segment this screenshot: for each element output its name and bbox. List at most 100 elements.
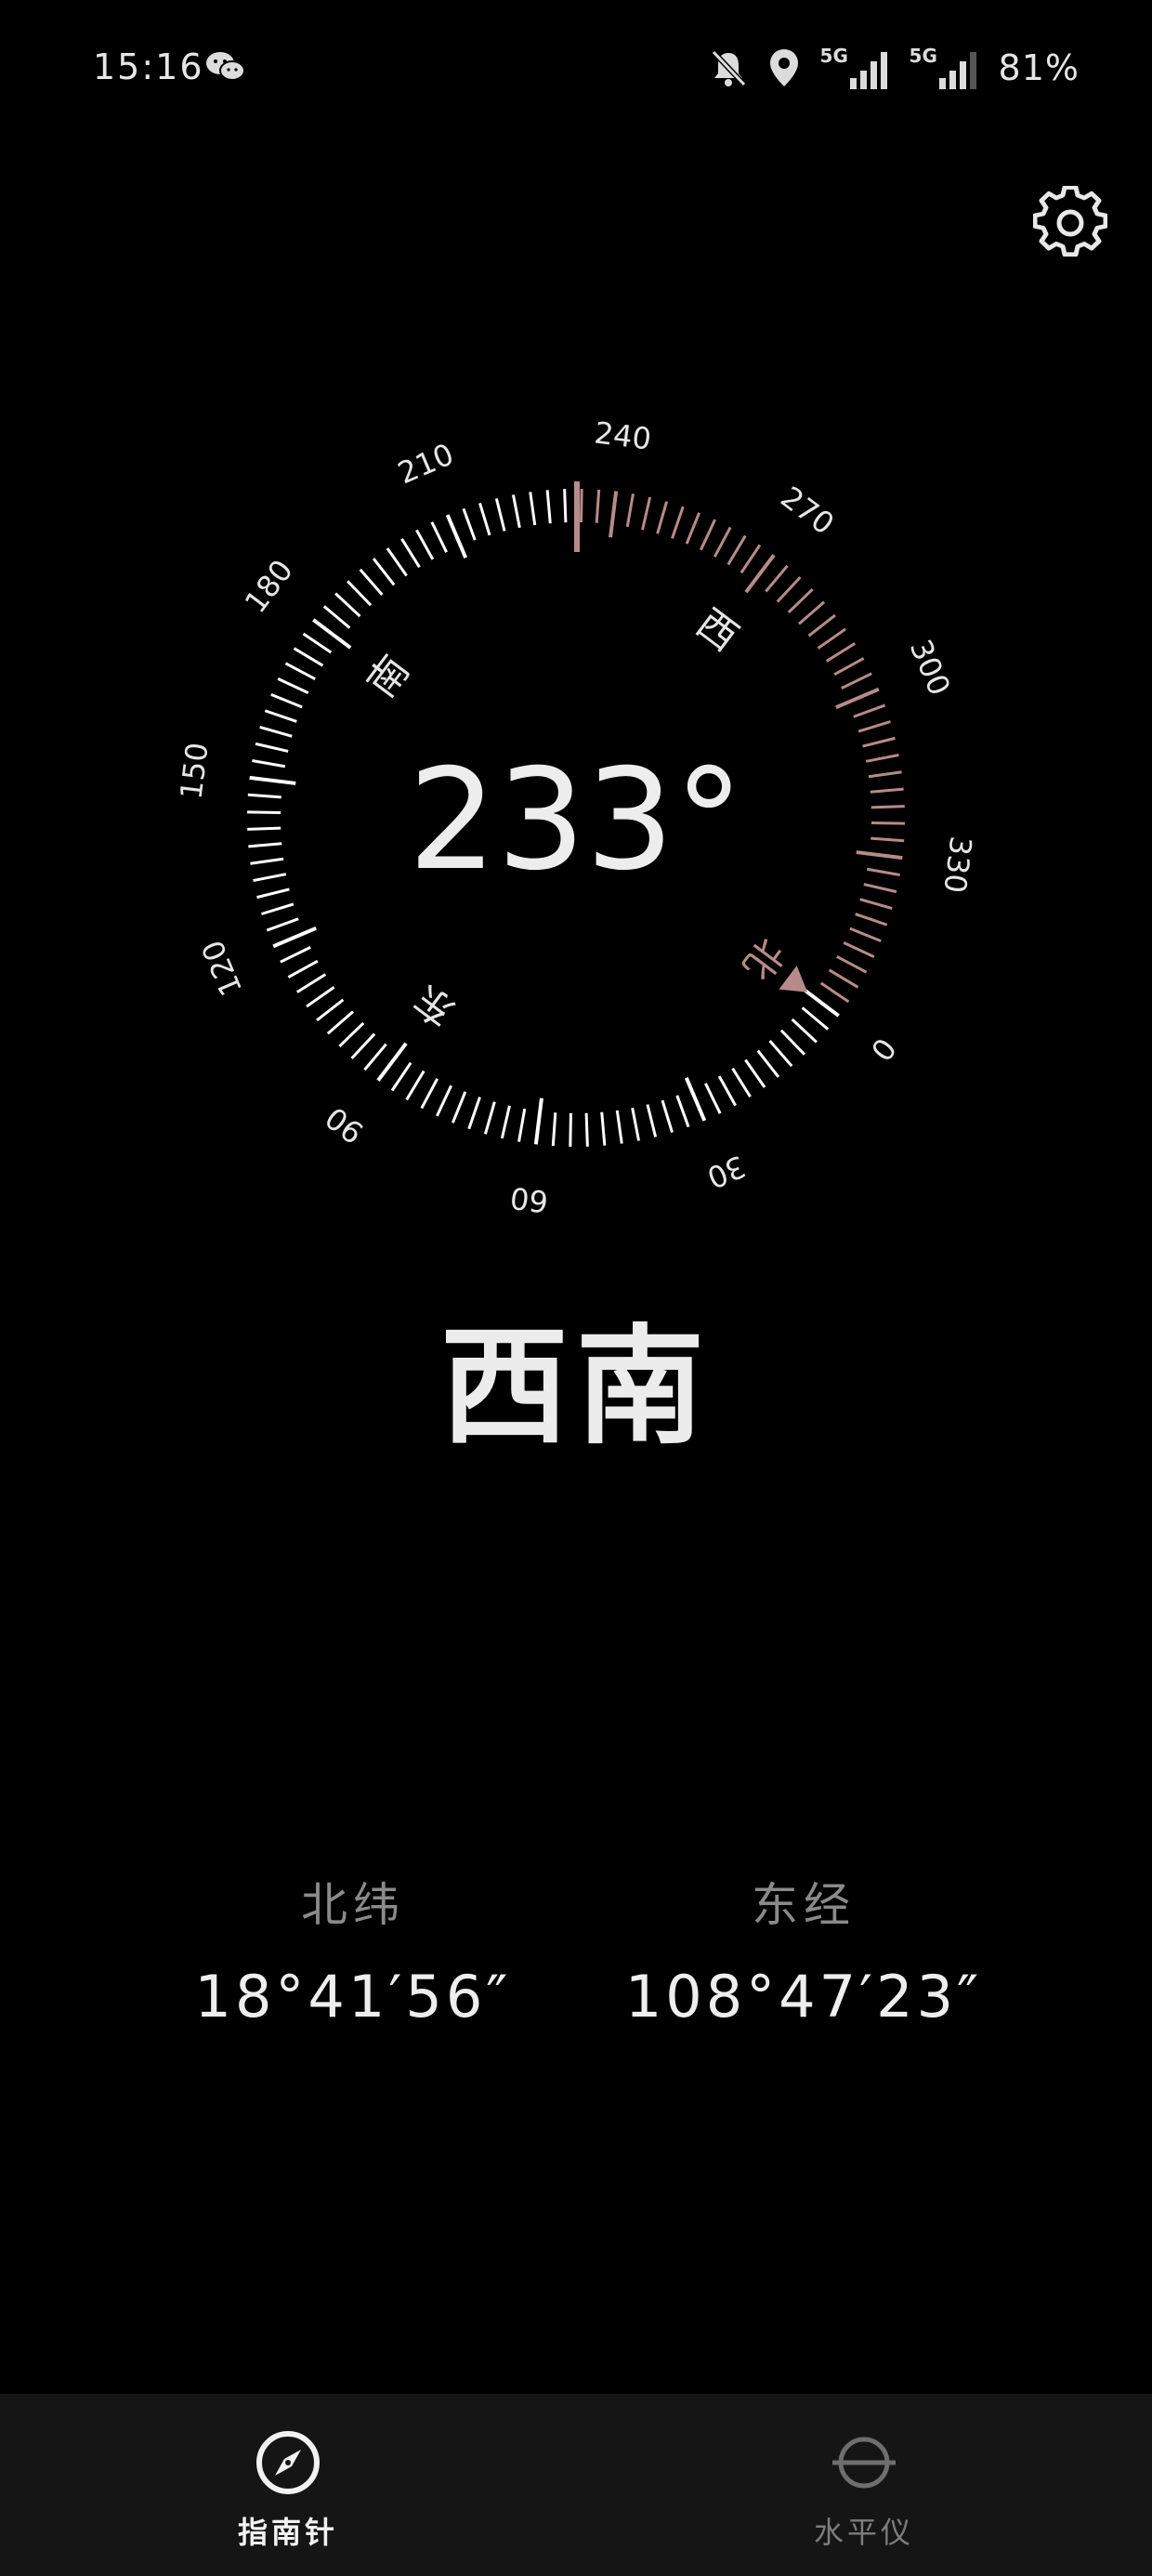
compass-tick: [625, 493, 635, 528]
compass-degree-label: 210: [393, 436, 459, 491]
compass-tick: [717, 1075, 737, 1107]
compass-degree-label: 60: [508, 1180, 550, 1220]
compass-tick: [661, 1099, 674, 1133]
latitude-label: 北纬: [301, 1878, 405, 1932]
compass-tick: [256, 887, 290, 900]
direction-name: 西南: [439, 1312, 712, 1462]
cardinal-east: 东: [405, 976, 464, 1035]
compass-tick: [859, 898, 893, 911]
compass-tick: [646, 1104, 658, 1137]
compass-tick: [302, 632, 333, 654]
compass-tick: [684, 1077, 707, 1122]
compass-tick: [338, 1021, 365, 1047]
compass-tick: [836, 954, 868, 974]
compass-degree-label: 0: [863, 1032, 903, 1068]
compass-tick: [791, 1018, 818, 1044]
compass-tick: [675, 1095, 690, 1128]
compass-tick: [685, 512, 701, 545]
compass-tick: [671, 506, 685, 539]
heading-indicator: [574, 481, 580, 552]
compass-degree-label: 300: [903, 635, 958, 701]
compass-degree-label: 90: [319, 1099, 370, 1150]
compass-tick: [272, 926, 317, 949]
compass-tick: [833, 657, 865, 677]
compass-tick: [865, 753, 899, 763]
compass-tick: [545, 490, 552, 524]
compass-tick: [326, 1010, 354, 1035]
compass-tick: [569, 1112, 572, 1147]
compass-tick: [293, 647, 324, 667]
compass-tick: [863, 883, 897, 894]
compass-tick: [779, 1029, 805, 1056]
compass-tick: [871, 836, 905, 843]
compass-tick: [871, 821, 905, 825]
compass-tick: [270, 692, 303, 709]
compass-tick: [849, 927, 882, 943]
tab-level[interactable]: 水平仪: [576, 2394, 1152, 2576]
compass-tick: [835, 687, 880, 710]
compass-tick: [247, 793, 281, 799]
compass-tick: [744, 1058, 766, 1088]
compass-tick: [580, 489, 583, 523]
longitude-block: 东经 108°47′23″: [595, 1868, 1013, 2031]
compass-tick: [819, 981, 850, 1004]
compass-tick: [322, 605, 351, 629]
compass-tick: [868, 770, 902, 779]
compass-tick: [843, 941, 875, 958]
compass-tick: [259, 725, 293, 738]
compass-tick: [247, 826, 281, 831]
compass-tick: [248, 842, 282, 848]
coordinates: 北纬 18°41′56″ 东经 108°47′23″: [0, 1868, 1152, 2054]
compass-tick: [467, 1097, 481, 1130]
compass-tick: [595, 489, 601, 523]
compass-tick: [856, 850, 903, 861]
compass-tick: [609, 491, 619, 538]
compass-tick: [798, 600, 826, 625]
compass-tick: [807, 613, 836, 637]
compass-tick: [713, 526, 732, 558]
compass-icon: [256, 2431, 320, 2494]
compass-degree-label: 330: [936, 835, 978, 895]
compass-tick: [511, 494, 521, 529]
compass-tick: [500, 1105, 511, 1139]
compass-tick: [483, 1101, 496, 1135]
compass-tick: [862, 736, 896, 748]
tab-compass[interactable]: 指南针: [0, 2394, 576, 2576]
compass-tick: [247, 810, 281, 814]
compass-tick: [866, 867, 900, 876]
compass-tick: [386, 547, 408, 577]
compass-tick: [253, 873, 287, 883]
compass-tick: [363, 1043, 387, 1071]
compass-tick: [656, 501, 669, 534]
compass-tick: [390, 1061, 412, 1092]
compass-tick: [731, 1067, 752, 1098]
compass-tick: [517, 1108, 527, 1142]
compass-tick: [765, 564, 789, 593]
latitude-value: 18°41′56″: [194, 1963, 512, 2031]
compass-tick: [494, 498, 506, 532]
compass-tick: [400, 537, 421, 569]
compass-tick: [756, 1049, 780, 1078]
compass-tick: [266, 917, 299, 932]
bottom-nav: 指南针 水平仪: [0, 2394, 1152, 2576]
compass-tick: [306, 986, 335, 1008]
compass-tick: [405, 1070, 425, 1101]
tab-compass-label: 指南针: [237, 2515, 338, 2550]
tab-level-label: 水平仪: [813, 2515, 914, 2550]
compass-tick: [316, 998, 345, 1022]
compass-tick: [828, 968, 859, 989]
compass-tick: [825, 642, 857, 663]
compass-tick: [359, 568, 384, 596]
cardinal-north: 北: [734, 930, 793, 989]
compass-tick: [551, 1112, 557, 1147]
compass-tick: [533, 1097, 543, 1145]
level-icon: [832, 2437, 896, 2489]
compass-tick: [277, 677, 309, 694]
heading-degrees: 233°: [408, 740, 743, 901]
compass-tick: [334, 592, 361, 618]
compass-degree-label: 120: [194, 935, 249, 1001]
compass-tick: [261, 902, 295, 915]
compass-tick: [415, 529, 435, 560]
compass-degree-label: 30: [702, 1149, 751, 1196]
compass-tick: [853, 703, 886, 718]
